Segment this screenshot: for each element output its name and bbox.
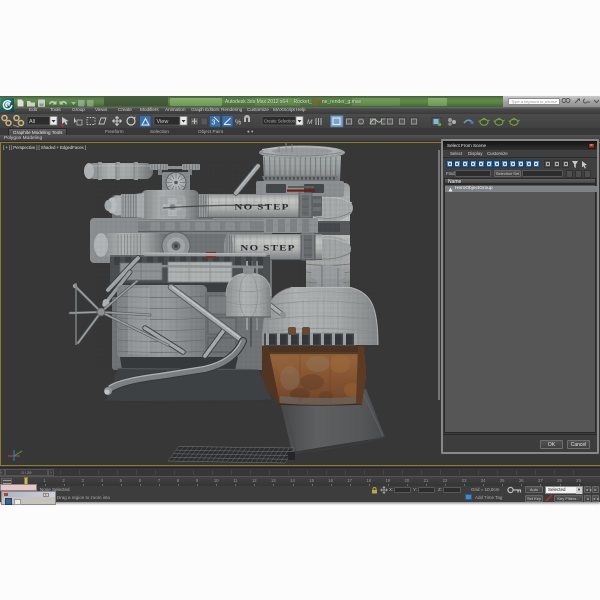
svg-text:View: View <box>157 119 169 125</box>
svg-text:NO STEP: NO STEP <box>234 202 289 212</box>
svg-text:Create Selection: Create Selection <box>264 119 296 124</box>
svg-text:NO STEP: NO STEP <box>240 243 295 253</box>
svg-text:%: % <box>235 120 241 127</box>
svg-text:3: 3 <box>212 120 216 127</box>
svg-text:M: M <box>307 119 313 126</box>
svg-text:All: All <box>29 119 35 125</box>
